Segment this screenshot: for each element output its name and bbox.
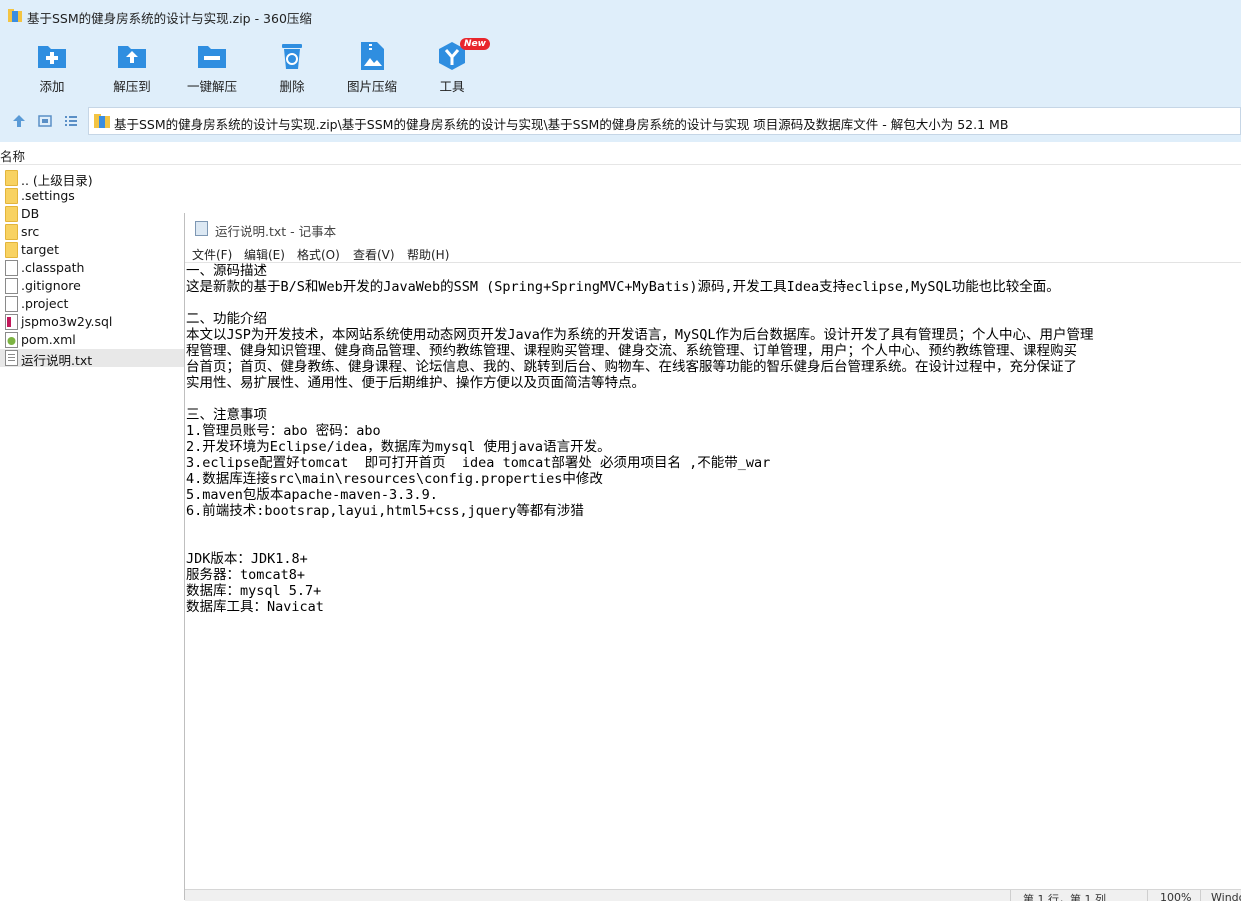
notepad-menu-bar: 文件(F) 编辑(E) 格式(O) 查看(V) 帮助(H): [185, 243, 1241, 263]
notepad-icon: [195, 221, 208, 236]
file-icon: [5, 260, 18, 276]
delete-label: 删除: [279, 79, 305, 94]
thumbnail-view-icon[interactable]: [37, 113, 53, 129]
text-line: 本文以JSP为开发技术，本网站系统使用动态网页开发Java作为系统的开发语言，M…: [186, 327, 1094, 343]
list-item-label: .gitignore: [21, 278, 81, 293]
list-item-target[interactable]: target: [0, 241, 185, 259]
list-item-label: .settings: [21, 188, 75, 203]
text-line: 5.maven包版本apache-maven-3.3.9.: [186, 487, 438, 503]
file-icon: [5, 296, 18, 312]
status-divider: [1147, 890, 1148, 901]
text-line: 数据库工具：Navicat: [186, 599, 324, 615]
column-header-divider: [0, 164, 1241, 165]
menu-view[interactable]: 查看(V): [353, 246, 395, 263]
extract-to-icon: [118, 46, 146, 68]
text-line: 数据库：mysql 5.7+: [186, 583, 322, 599]
address-bar[interactable]: 基于SSM的健身房系统的设计与实现.zip\基于SSM的健身房系统的设计与实现\…: [88, 107, 1241, 135]
tools-label: 工具: [439, 79, 465, 94]
one-click-extract-label: 一键解压: [186, 79, 237, 94]
text-line: 一、源码描述: [186, 263, 267, 279]
text-line: 这是新款的基于B/S和Web开发的JavaWeb的SSM (Spring+Spr…: [186, 279, 1060, 295]
status-divider: [1010, 890, 1011, 901]
folder-icon: [5, 206, 18, 222]
status-divider: [1200, 890, 1201, 901]
one-click-extract-button[interactable]: 一键解压: [172, 38, 252, 98]
list-item-src[interactable]: src: [0, 223, 185, 241]
image-compress-label: 图片压缩: [346, 79, 397, 94]
list-item-readme[interactable]: 运行说明.txt: [0, 349, 185, 368]
title-bar: 基于SSM的健身房系统的设计与实现.zip - 360压缩: [0, 0, 1241, 32]
tools-button[interactable]: New 工具: [412, 38, 492, 98]
add-icon: [38, 46, 66, 68]
folder-icon: [5, 224, 18, 240]
list-item-gitignore[interactable]: .gitignore: [0, 277, 185, 295]
text-line: 服务器：tomcat8+: [186, 567, 306, 583]
add-button[interactable]: 添加: [12, 38, 92, 98]
text-line: 程管理、健身知识管理、健身商品管理、预约教练管理、课程购买管理、健身交流、系统管…: [186, 343, 1077, 359]
list-item-label: DB: [21, 206, 40, 221]
text-line: 台首页；首页、健身教练、健身课程、论坛信息、我的、跳转到后台、购物车、在线客服等…: [186, 359, 1077, 375]
text-line: 4.数据库连接src\main\resources\config.propert…: [186, 471, 603, 487]
list-item-parent-dir[interactable]: .. (上级目录): [0, 169, 185, 188]
image-compress-icon: [361, 42, 384, 70]
address-row: 基于SSM的健身房系统的设计与实现.zip\基于SSM的健身房系统的设计与实现\…: [0, 100, 1241, 142]
text-line: 2.开发环境为Eclipse/idea，数据库为mysql 使用java语言开发…: [186, 439, 611, 455]
add-label: 添加: [39, 79, 65, 94]
notepad-text-area[interactable]: 一、源码描述 这是新款的基于B/S和Web开发的JavaWeb的SSM (Spr…: [186, 263, 1241, 889]
list-item-db[interactable]: DB: [0, 205, 185, 223]
file-icon: [5, 278, 18, 294]
address-path: 基于SSM的健身房系统的设计与实现.zip\基于SSM的健身房系统的设计与实现\…: [114, 117, 1009, 132]
image-compress-button[interactable]: 图片压缩: [332, 38, 412, 98]
delete-icon: [282, 44, 302, 69]
list-item-project[interactable]: .project: [0, 295, 185, 313]
txt-file-icon: [5, 350, 18, 366]
folder-icon: [5, 170, 18, 186]
folder-icon: [5, 242, 18, 258]
list-item-label: 运行说明.txt: [21, 353, 93, 368]
notepad-title: 运行说明.txt - 记事本: [215, 224, 337, 239]
xml-file-icon: [5, 332, 18, 348]
one-click-extract-icon: [198, 46, 226, 68]
menu-edit[interactable]: 编辑(E): [244, 246, 285, 263]
text-line: 实用性、易扩展性、通用性、便于后期维护、操作方便以及页面简洁等特点。: [186, 375, 645, 391]
list-item-label: pom.xml: [21, 332, 76, 347]
text-line: JDK版本：JDK1.8+: [186, 551, 308, 567]
notepad-window: 运行说明.txt - 记事本 文件(F) 编辑(E) 格式(O) 查看(V) 帮…: [184, 213, 1241, 901]
archive-folder-icon: [94, 114, 110, 128]
text-line: 三、注意事项: [186, 407, 267, 423]
list-view-icon[interactable]: [63, 113, 79, 129]
window-title: 基于SSM的健身房系统的设计与实现.zip - 360压缩: [27, 11, 312, 26]
archive-app-icon: [8, 9, 22, 22]
menu-help[interactable]: 帮助(H): [407, 246, 449, 263]
extract-to-button[interactable]: 解压到: [92, 38, 172, 98]
new-badge: New: [460, 38, 490, 50]
column-header-name[interactable]: 名称: [0, 146, 25, 165]
extract-to-label: 解压到: [113, 79, 151, 94]
list-item-label: .classpath: [21, 260, 85, 275]
notepad-status-bar: 第 1 行，第 1 列 100% Windows (CRLF): [185, 889, 1241, 901]
list-item-sql[interactable]: jspmo3w2y.sql: [0, 313, 185, 331]
up-arrow-icon[interactable]: [11, 113, 27, 129]
list-item-pom[interactable]: pom.xml: [0, 331, 185, 349]
text-line: 6.前端技术:bootsrap,layui,html5+css,jquery等都…: [186, 503, 584, 519]
delete-button[interactable]: 删除: [252, 38, 332, 98]
menu-format[interactable]: 格式(O): [297, 246, 340, 263]
sql-file-icon: [5, 314, 18, 330]
list-item-label: src: [21, 224, 40, 239]
list-item-label: .project: [21, 296, 69, 311]
list-item-label: jspmo3w2y.sql: [21, 314, 113, 329]
folder-icon: [5, 188, 18, 204]
toolbar: 添加 解压到 一键解压 删除 图片压缩 New 工具: [0, 32, 1241, 100]
list-item-settings[interactable]: .settings: [0, 187, 185, 205]
notepad-title-bar[interactable]: 运行说明.txt - 记事本: [185, 213, 1241, 243]
text-line: 二、功能介绍: [186, 311, 267, 327]
menu-file[interactable]: 文件(F): [192, 246, 232, 263]
text-line: 3.eclipse配置好tomcat 即可打开首页 idea tomcat部署处…: [186, 455, 771, 471]
text-line: 1.管理员账号：abo 密码：abo: [186, 423, 381, 439]
list-item-label: target: [21, 242, 60, 257]
list-item-classpath[interactable]: .classpath: [0, 259, 185, 277]
